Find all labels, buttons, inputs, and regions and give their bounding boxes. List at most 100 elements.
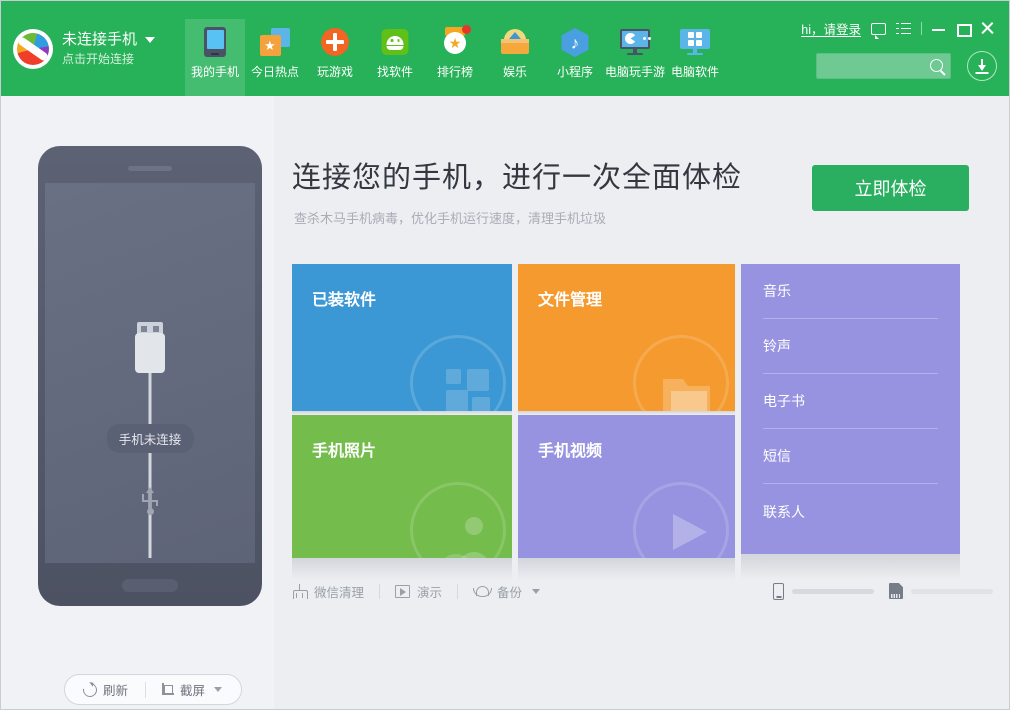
page-subtitle: 查杀木马手机病毒，优化手机运行速度，清理手机垃圾 [294,208,606,227]
chevron-down-icon[interactable] [532,589,540,594]
nav-tab-rankings[interactable]: ★ 排行榜 [425,19,485,96]
phone-icon [198,27,232,59]
android-icon [378,27,412,59]
list-item-sms[interactable]: 短信 [763,429,938,484]
message-icon[interactable] [871,23,886,35]
nav-label: 娱乐 [503,65,527,79]
list-icon[interactable] [896,23,911,35]
sdcard-storage-icon [889,583,903,599]
phone-storage-icon [773,583,784,600]
nav-tab-play-games[interactable]: 玩游戏 [305,19,365,96]
main-navigation: 我的手机 ★ 今日热点 玩游戏 找软件 [185,19,725,96]
phone-illustration: 手机未连接 [38,146,262,606]
nav-label: 玩游戏 [317,65,353,79]
media-list: 音乐 铃声 电子书 短信 联系人 [741,264,960,539]
brand-connect-status[interactable]: 未连接手机 点击开始连接 [13,23,181,75]
notification-badge [462,25,471,34]
nav-label: 电脑软件 [671,65,719,79]
nav-label: 我的手机 [191,65,239,79]
usb-connector-icon [135,333,165,373]
phone-actions-bar: 刷新 截屏 [64,674,242,705]
crop-icon [160,683,174,697]
nav-tab-pc-software[interactable]: 电脑软件 [665,19,725,96]
tile-title: 已装软件 [312,286,376,310]
download-manager-button[interactable] [967,51,997,81]
app-header: 未连接手机 点击开始连接 我的手机 ★ 今日热点 [1,1,1009,96]
wechat-clean-button[interactable]: 微信清理 [292,582,364,601]
backup-button[interactable]: 备份 [473,582,540,601]
monitor-game-icon [618,27,652,59]
backup-label: 备份 [497,582,522,601]
folder-icon [633,335,729,411]
tile-installed-apps[interactable]: 已装软件 [292,264,512,411]
refresh-icon [80,680,99,699]
treasure-box-icon [498,27,532,59]
download-icon [981,59,983,69]
screenshot-button[interactable]: 截屏 [146,675,222,704]
tile-phone-videos[interactable]: 手机视频 [518,415,735,558]
login-link[interactable]: hi，请登录 [801,19,861,38]
tile-file-manager[interactable]: 文件管理 [518,264,735,411]
play-icon [633,482,729,558]
account-and-window-controls: hi，请登录 [801,19,995,38]
chevron-down-icon[interactable] [214,687,222,692]
nav-tab-pc-mobile-games[interactable]: 电脑玩手游 [605,19,665,96]
list-item-ringtone[interactable]: 铃声 [763,319,938,374]
divider [921,22,922,35]
demo-button[interactable]: 演示 [395,582,442,601]
refresh-label: 刷新 [103,680,128,699]
nav-tab-mini-program[interactable]: ♪ 小程序 [545,19,605,96]
tile-title: 文件管理 [538,286,602,310]
list-item-music[interactable]: 音乐 [763,264,938,319]
play-box-icon [395,585,410,598]
nav-label: 电脑玩手游 [605,65,665,79]
divider [379,584,380,599]
tile-title: 手机视频 [538,437,602,461]
mini-program-icon: ♪ [558,27,592,59]
wechat-clean-label: 微信清理 [314,582,364,601]
nav-label: 今日热点 [251,65,299,79]
nav-tab-today-hot[interactable]: ★ 今日热点 [245,19,305,96]
storage-indicators [773,576,993,606]
start-checkup-button[interactable]: 立即体检 [812,165,969,211]
nav-tab-find-apps[interactable]: 找软件 [365,19,425,96]
list-item-ebook[interactable]: 电子书 [763,374,938,429]
demo-label: 演示 [417,582,442,601]
tile-media-list: 音乐 铃声 电子书 短信 联系人 [741,264,960,554]
phone-storage [773,583,874,600]
screenshot-label: 截屏 [180,680,205,699]
gamepad-icon [318,27,352,59]
maximize-icon[interactable] [956,22,970,36]
feature-tiles: 已装软件 文件管理 [292,264,967,556]
nav-label: 排行榜 [437,65,473,79]
phone-screen: 手机未连接 [45,183,255,563]
search-box[interactable] [816,53,951,79]
app-window: 未连接手机 点击开始连接 我的手机 ★ 今日热点 [0,0,1010,710]
minimize-icon[interactable] [932,22,946,36]
360-logo-icon [13,29,53,69]
brand-subtitle: 点击开始连接 [62,50,155,68]
tile-title: 手机照片 [312,437,376,461]
divider [457,584,458,599]
tile-phone-photos[interactable]: 手机照片 [292,415,512,558]
sdcard-storage-bar [911,589,993,594]
nav-tab-my-phone[interactable]: 我的手机 [185,19,245,96]
main-content: 连接您的手机，进行一次全面体检 查杀木马手机病毒，优化手机运行速度，清理手机垃圾… [274,96,1009,709]
app-body: 手机未连接 刷新 截屏 连接您的手机，进行一次全面体检 查杀木马手 [1,96,1009,709]
list-item-contacts[interactable]: 联系人 [763,484,938,539]
close-icon[interactable] [980,21,995,36]
brand-title: 未连接手机 [62,30,137,50]
monitor-apps-icon [678,27,712,59]
nav-label: 找软件 [377,65,413,79]
medal-star-icon: ★ [438,27,472,59]
cloud-icon [473,586,490,597]
nav-tab-entertainment[interactable]: 娱乐 [485,19,545,96]
apps-grid-icon [410,335,506,411]
phone-storage-bar [792,589,874,594]
search-icon[interactable] [930,59,943,72]
phone-preview-panel: 手机未连接 刷新 截屏 [1,96,274,709]
refresh-button[interactable]: 刷新 [65,675,128,704]
page-title: 连接您的手机，进行一次全面体检 [292,154,742,196]
chevron-down-icon[interactable] [145,37,155,43]
search-input[interactable] [823,54,923,78]
